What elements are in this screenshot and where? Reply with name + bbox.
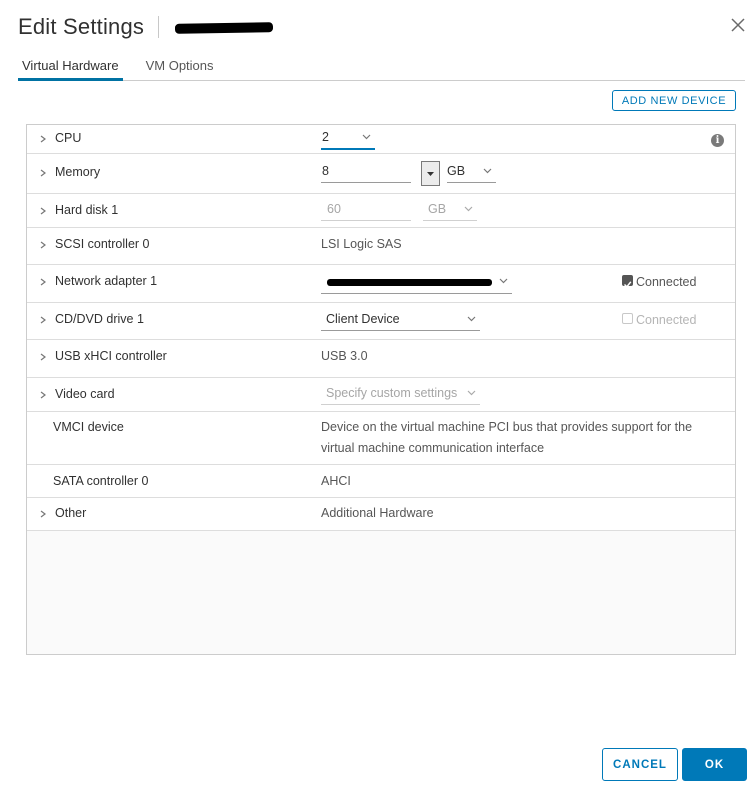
- network-connected-checkbox[interactable]: [622, 275, 633, 288]
- chevron-down-icon: [467, 316, 476, 322]
- device-label-vmci: VMCI device: [53, 420, 124, 434]
- cpu-select[interactable]: 2: [321, 130, 375, 150]
- chevron-right-icon[interactable]: [39, 510, 47, 518]
- chevron-down-icon: [362, 134, 371, 140]
- memory-unit-value: GB: [447, 164, 466, 178]
- device-row-video: Video card Specify custom settings: [27, 378, 735, 412]
- chevron-right-icon[interactable]: [39, 316, 47, 324]
- device-row-memory: Memory 8 GB: [27, 154, 735, 194]
- chevron-right-icon[interactable]: [39, 391, 47, 399]
- network-select[interactable]: [321, 274, 512, 294]
- device-row-other: Other Additional Hardware: [27, 498, 735, 531]
- other-value: Additional Hardware: [321, 506, 434, 520]
- cddvd-select[interactable]: Client Device: [321, 312, 480, 331]
- ok-button[interactable]: OK: [682, 748, 747, 781]
- chevron-down-icon: [467, 390, 476, 396]
- dialog-title: Edit Settings: [18, 14, 145, 39]
- chevron-down-icon: [483, 168, 492, 174]
- device-list: CPU 2 i Memory 8 GB Hard disk 1 60 GB SC…: [26, 124, 736, 655]
- device-row-vmci: VMCI device Device on the virtual machin…: [27, 412, 735, 465]
- chevron-down-icon: [499, 278, 508, 284]
- checkmark-icon: [623, 281, 632, 288]
- hard-disk-unit-select: GB: [423, 202, 477, 221]
- device-row-network: Network adapter 1 Connected: [27, 265, 735, 303]
- memory-stepper-button[interactable]: [421, 161, 440, 186]
- chevron-right-icon[interactable]: [39, 278, 47, 286]
- device-label-other: Other: [55, 506, 87, 520]
- device-row-cddvd: CD/DVD drive 1 Client Device Connected: [27, 303, 735, 340]
- video-select: Specify custom settings: [321, 386, 480, 405]
- chevron-right-icon[interactable]: [39, 207, 47, 215]
- cpu-value: 2: [322, 130, 329, 144]
- caret-down-icon: [427, 172, 434, 176]
- device-label-scsi: SCSI controller 0: [55, 237, 150, 251]
- device-label-cddvd: CD/DVD drive 1: [55, 312, 144, 326]
- cddvd-connected-label: Connected: [636, 313, 697, 327]
- memory-size-input[interactable]: 8: [321, 164, 411, 183]
- network-connected-label: Connected: [636, 275, 697, 289]
- device-label-usb: USB xHCI controller: [55, 349, 167, 363]
- tab-bar: Virtual Hardware VM Options: [18, 54, 745, 81]
- chevron-right-icon[interactable]: [39, 135, 47, 143]
- chevron-right-icon[interactable]: [39, 241, 47, 249]
- device-row-sata: SATA controller 0 AHCI: [27, 465, 735, 498]
- device-label-sata: SATA controller 0: [53, 474, 149, 488]
- device-label-network: Network adapter 1: [55, 274, 158, 288]
- hard-disk-size-input: 60: [321, 202, 411, 221]
- device-row-hard-disk: Hard disk 1 60 GB: [27, 194, 735, 228]
- redacted-network-name: [327, 279, 492, 286]
- vmci-description-line1: Device on the virtual machine PCI bus th…: [321, 420, 693, 434]
- cddvd-connected-checkbox: [622, 313, 633, 324]
- add-new-device-button[interactable]: ADD NEW DEVICE: [612, 90, 736, 111]
- device-label-memory: Memory: [55, 165, 101, 179]
- redacted-vm-name: [175, 22, 274, 34]
- dialog-header: Edit Settings: [18, 12, 274, 42]
- scsi-value: LSI Logic SAS: [321, 237, 402, 251]
- chevron-down-icon: [464, 206, 473, 212]
- device-label-hard-disk: Hard disk 1: [55, 203, 119, 217]
- tab-vm-options[interactable]: VM Options: [142, 54, 218, 80]
- device-row-usb: USB xHCI controller USB 3.0: [27, 340, 735, 378]
- usb-value: USB 3.0: [321, 349, 368, 363]
- device-label-video: Video card: [55, 387, 115, 401]
- vmci-description-line2: virtual machine communication interface: [321, 441, 545, 455]
- memory-unit-select[interactable]: GB: [447, 164, 496, 183]
- cancel-button[interactable]: CANCEL: [602, 748, 678, 781]
- sata-value: AHCI: [321, 474, 351, 488]
- chevron-right-icon[interactable]: [39, 169, 47, 177]
- device-row-cpu: CPU 2 i: [27, 125, 735, 154]
- cddvd-value: Client Device: [326, 312, 400, 326]
- device-label-cpu: CPU: [55, 131, 82, 145]
- chevron-right-icon[interactable]: [39, 353, 47, 361]
- title-divider: [158, 16, 160, 38]
- info-icon[interactable]: i: [711, 134, 724, 147]
- hard-disk-unit-value: GB: [428, 202, 447, 216]
- tab-virtual-hardware[interactable]: Virtual Hardware: [18, 54, 123, 81]
- close-icon[interactable]: [729, 16, 747, 34]
- device-row-scsi: SCSI controller 0 LSI Logic SAS: [27, 228, 735, 265]
- video-value: Specify custom settings: [326, 386, 458, 400]
